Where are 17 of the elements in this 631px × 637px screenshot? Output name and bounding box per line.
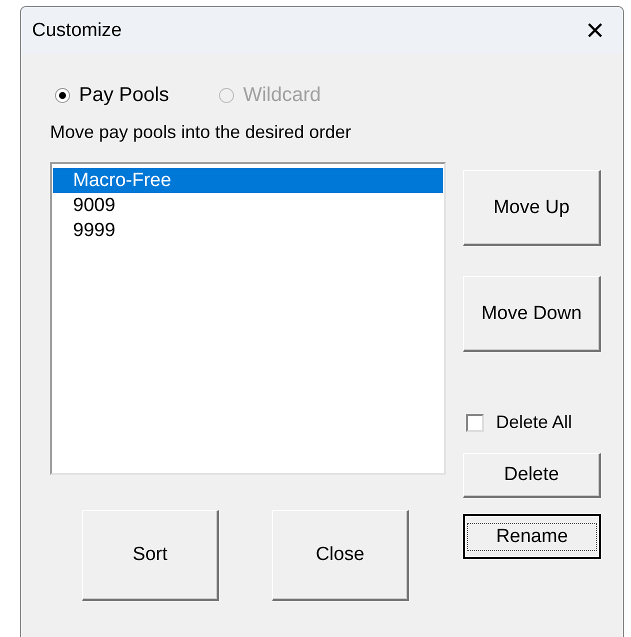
list-item[interactable]: 9009	[53, 193, 443, 218]
dialog-button[interactable]: Close	[272, 510, 409, 601]
window-title: Customize	[32, 20, 122, 42]
list-box[interactable]: Macro-Free 9009 9999	[50, 162, 446, 475]
delete-all-option[interactable]: Delete All	[463, 412, 601, 433]
action-button[interactable]: Delete	[463, 453, 601, 498]
radio-button[interactable]	[55, 88, 70, 102]
checkbox[interactable]	[466, 414, 484, 432]
list-item[interactable]: 9999	[53, 218, 443, 243]
radio-option[interactable]: Pay Pools	[55, 84, 170, 106]
instruction-text: Move pay pools into the desired order	[50, 121, 352, 144]
move-button[interactable]: Move Down	[463, 276, 601, 352]
move-button[interactable]: Move Up	[463, 170, 601, 246]
close-button[interactable]: ✕	[571, 8, 619, 54]
dialog-button[interactable]: Sort	[82, 510, 219, 601]
action-button[interactable]: Rename	[463, 514, 601, 559]
list-item[interactable]: Macro-Free	[53, 168, 443, 193]
